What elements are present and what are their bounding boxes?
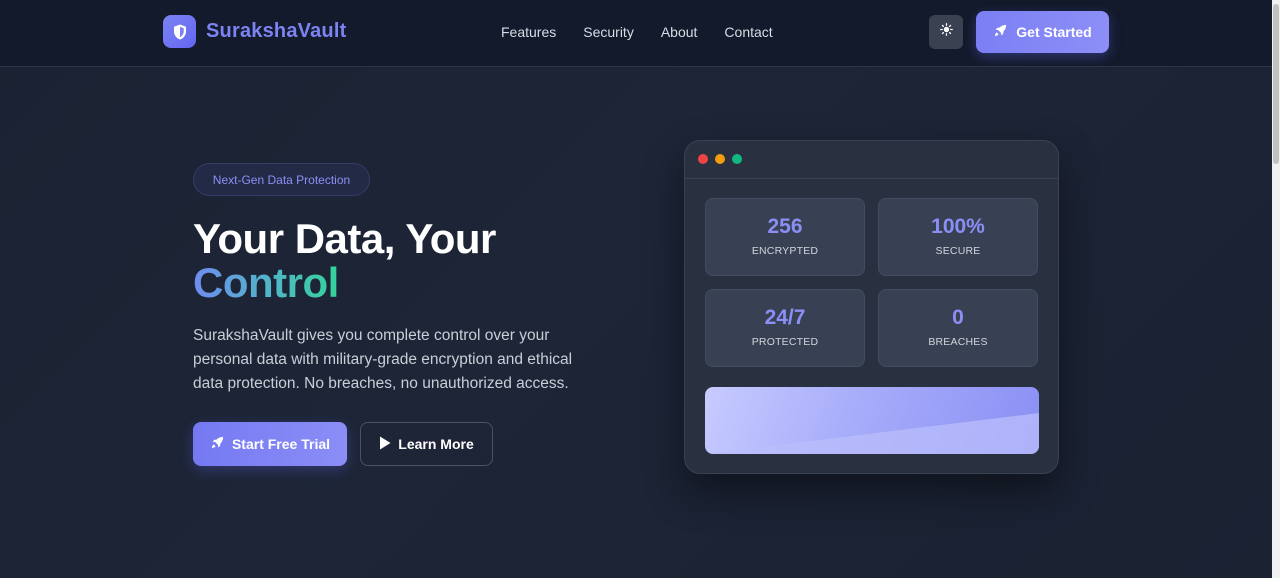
stat-label: ENCRYPTED [751, 245, 819, 257]
page-scrollbar[interactable] [1272, 0, 1280, 578]
stat-label: BREACHES [928, 336, 988, 348]
shield-icon [163, 15, 196, 48]
rocket-icon [993, 23, 1016, 41]
stat-card-breaches: 0 BREACHES [878, 289, 1038, 367]
nav-link-about[interactable]: About [661, 24, 698, 40]
hero-title-line2: Control [193, 259, 339, 306]
nav-link-features[interactable]: Features [501, 24, 556, 40]
theme-toggle-button[interactable] [929, 15, 963, 49]
nav-link-security[interactable]: Security [583, 24, 634, 40]
mockup-graph-panel [705, 387, 1039, 454]
graph-wave-shape [705, 413, 1039, 454]
window-dot-red [698, 154, 708, 164]
brand-name: SurakshaVault [206, 20, 347, 42]
play-icon [379, 436, 398, 453]
nav-link-contact[interactable]: Contact [724, 24, 772, 40]
learn-more-label: Learn More [398, 436, 474, 452]
hero-title: Your Data, Your Control [193, 217, 496, 305]
site-header: SurakshaVault Features Security About Co… [0, 0, 1272, 67]
stat-card-protected: 24/7 PROTECTED [705, 289, 865, 367]
hero-description: SurakshaVault gives you complete control… [193, 327, 573, 392]
stat-value: 24/7 [764, 306, 806, 329]
learn-more-button[interactable]: Learn More [360, 422, 493, 466]
get-started-label: Get Started [1016, 24, 1092, 40]
stat-value: 256 [767, 215, 803, 238]
stat-card-secure: 100% SECURE [878, 198, 1038, 276]
dashboard-mockup: 256 ENCRYPTED 100% SECURE 24/7 PROTECTED… [684, 140, 1059, 474]
stat-value: 100% [931, 215, 985, 238]
window-dot-yellow [715, 154, 725, 164]
scrollbar-thumb[interactable] [1273, 4, 1279, 164]
rocket-icon [210, 435, 232, 453]
brand-logo[interactable]: SurakshaVault [163, 15, 346, 48]
stat-value: 0 [952, 306, 964, 329]
sun-icon [939, 23, 953, 41]
stat-card-encrypted: 256 ENCRYPTED [705, 198, 865, 276]
get-started-button[interactable]: Get Started [976, 11, 1109, 53]
main-nav: Features Security About Contact [501, 24, 800, 40]
window-dot-green [732, 154, 742, 164]
hero-badge: Next-Gen Data Protection [193, 163, 370, 196]
stat-label: PROTECTED [751, 336, 819, 348]
mockup-titlebar [685, 141, 1058, 179]
stat-label: SECURE [935, 245, 981, 257]
hero-title-line1: Your Data, Your [193, 215, 496, 262]
start-free-trial-label: Start Free Trial [231, 436, 331, 452]
start-free-trial-button[interactable]: Start Free Trial [193, 422, 347, 466]
